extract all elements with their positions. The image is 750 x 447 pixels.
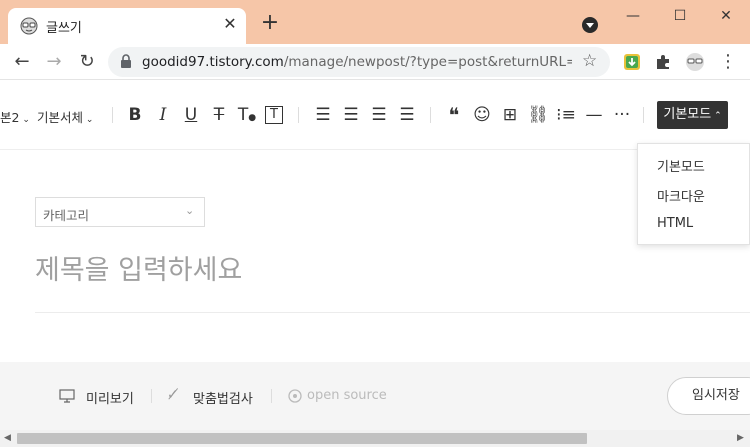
toolbar-divider xyxy=(298,107,299,123)
reload-icon[interactable]: ↻ xyxy=(75,50,99,74)
tab-title: 글쓰기 xyxy=(46,21,82,36)
monitor-icon xyxy=(59,389,75,403)
underline-icon[interactable]: U xyxy=(180,104,202,126)
mode-menu-item-markdown[interactable]: 마크다운 xyxy=(657,186,705,205)
toolbar-divider xyxy=(430,107,431,123)
editor-toolbar: 본2 ⌄ 기본서체 ⌄ B I U T T● T ☰ ☰ ☰ ☰ ❝ ☺ ⊞ ⛓… xyxy=(0,80,750,150)
align-right-icon[interactable]: ☰ xyxy=(368,104,390,126)
forward-arrow-icon[interactable]: → xyxy=(42,50,66,74)
tab-close-icon[interactable]: ✕ xyxy=(220,14,240,34)
chevron-up-icon: ⌃ xyxy=(711,111,722,121)
scroll-right-arrow-icon[interactable]: ▶ xyxy=(737,433,744,443)
browser-titlebar: 글쓰기 ✕ + — ☐ ✕ xyxy=(0,0,750,44)
category-select[interactable]: 카테고리 ⌄ xyxy=(35,197,205,227)
chevron-down-icon: ⌄ xyxy=(83,115,94,125)
horizontal-scrollbar[interactable]: ◀ ▶ xyxy=(0,430,750,447)
editor-mode-menu: 기본모드 마크다운 HTML xyxy=(637,143,750,245)
address-toolbar: ← → ↻ goodid97.tistory.com/manage/newpos… xyxy=(0,44,750,80)
bookmark-star-icon[interactable]: ☆ xyxy=(582,51,597,71)
toolbar-divider xyxy=(643,107,644,123)
preview-button[interactable]: 미리보기 xyxy=(86,388,134,407)
scroll-left-arrow-icon[interactable]: ◀ xyxy=(4,433,11,443)
minimize-button[interactable]: — xyxy=(623,6,643,26)
font-family-label: 기본서체 xyxy=(37,110,84,125)
align-center-icon[interactable]: ☰ xyxy=(340,104,362,126)
editor-footer: 미리보기 ✓̸ 맞춤법검사 open source 임시저장 xyxy=(0,362,750,430)
lock-icon xyxy=(121,54,131,68)
profile-avatar-icon[interactable] xyxy=(685,52,705,72)
url-text: goodid97.tistory.com/manage/newpost/?typ… xyxy=(142,54,572,70)
heading-style-label: 본2 xyxy=(0,110,20,125)
browser-tab[interactable]: 글쓰기 ✕ xyxy=(8,8,246,44)
footer-divider xyxy=(151,389,152,403)
toolbar-divider xyxy=(112,107,113,123)
title-divider xyxy=(35,312,750,313)
tistory-favicon-icon xyxy=(20,17,38,35)
table-icon[interactable]: ⊞ xyxy=(499,104,521,126)
text-background-icon[interactable]: T xyxy=(265,106,283,124)
chevron-down-icon: ⌄ xyxy=(19,115,30,125)
scrollbar-thumb[interactable] xyxy=(17,433,587,444)
editor-mode-button[interactable]: 기본모드 ⌃ xyxy=(657,101,728,129)
url-bar[interactable]: goodid97.tistory.com/manage/newpost/?typ… xyxy=(108,47,610,77)
extensions-puzzle-icon[interactable] xyxy=(653,52,673,72)
post-title-input[interactable]: 제목을 입력하세요 xyxy=(35,248,242,287)
bold-icon[interactable]: B xyxy=(124,104,146,126)
back-arrow-icon[interactable]: ← xyxy=(10,50,34,74)
new-tab-button[interactable]: + xyxy=(258,12,282,36)
font-family-select[interactable]: 기본서체 ⌄ xyxy=(37,107,93,126)
emoji-icon[interactable]: ☺ xyxy=(471,104,493,126)
open-source-link[interactable]: open source xyxy=(307,388,387,403)
editor-mode-label: 기본모드 xyxy=(663,107,712,122)
maximize-button[interactable]: ☐ xyxy=(670,6,690,26)
heading-style-select[interactable]: 본2 ⌄ xyxy=(0,107,30,126)
quote-icon[interactable]: ❝ xyxy=(443,104,465,126)
chevron-down-icon: ⌄ xyxy=(185,204,195,217)
open-source-icon xyxy=(288,389,302,403)
mode-menu-item-basic[interactable]: 기본모드 xyxy=(657,156,705,175)
spellcheck-button[interactable]: 맞춤법검사 xyxy=(193,388,253,407)
url-path: /manage/newpost/?type=post&returnURL=... xyxy=(283,54,572,70)
text-color-icon[interactable]: T● xyxy=(236,104,258,126)
profile-dropdown-icon[interactable] xyxy=(582,17,598,33)
temp-save-button[interactable]: 임시저장 xyxy=(667,377,750,415)
spellcheck-icon: ✓̸ xyxy=(167,387,179,403)
url-host: goodid97.tistory.com xyxy=(142,54,284,70)
window-close-button[interactable]: ✕ xyxy=(716,6,736,26)
mode-menu-item-html[interactable]: HTML xyxy=(657,216,693,231)
italic-icon[interactable]: I xyxy=(152,104,174,126)
link-icon[interactable]: ⛓ xyxy=(527,104,549,126)
category-label: 카테고리 xyxy=(43,208,90,223)
align-justify-icon[interactable]: ☰ xyxy=(396,104,418,126)
download-extension-icon[interactable] xyxy=(622,52,642,72)
strikethrough-icon[interactable]: T xyxy=(208,104,230,126)
horizontal-line-icon[interactable]: — xyxy=(583,104,605,126)
align-left-icon[interactable]: ☰ xyxy=(312,104,334,126)
bullet-list-icon[interactable]: ⁝≡ xyxy=(555,104,577,126)
more-options-icon[interactable]: ··· xyxy=(611,104,633,126)
browser-menu-icon[interactable]: ⋮ xyxy=(716,50,740,74)
footer-divider xyxy=(271,389,272,403)
